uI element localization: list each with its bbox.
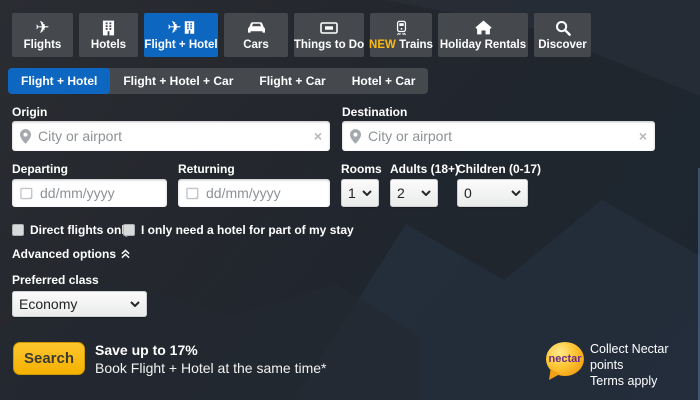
tab-label: Holiday Rentals: [440, 39, 526, 51]
departing-label: Departing: [12, 162, 68, 176]
tab-label: Flight + Hotel: [144, 39, 217, 51]
promo-text: Save up to 17% Book Flight + Hotel at th…: [95, 341, 327, 377]
house-icon: [475, 19, 492, 36]
double-chevron-up-icon: [121, 249, 130, 259]
promo-title: Save up to 17%: [95, 341, 327, 359]
subtab-hotel-car[interactable]: Hotel + Car: [339, 68, 429, 94]
train-icon: [396, 19, 407, 36]
tab-flights[interactable]: ✈ Flights: [12, 13, 73, 57]
chevron-down-icon: [130, 301, 140, 307]
plane-building-icon: ✈: [167, 19, 194, 36]
tab-flight-hotel[interactable]: ✈ Flight + Hotel: [144, 13, 218, 57]
chevron-down-icon: [511, 190, 521, 196]
tab-trains[interactable]: NEW Trains: [370, 13, 432, 57]
returning-input[interactable]: [206, 185, 322, 201]
preferred-class-value: Economy: [19, 296, 77, 312]
destination-input[interactable]: [368, 128, 635, 144]
tab-cars[interactable]: Cars: [224, 13, 288, 57]
nectar-logo-text: nectar: [548, 353, 581, 365]
promo-subtitle: Book Flight + Hotel at the same time*: [95, 359, 327, 377]
plane-icon: ✈: [35, 19, 49, 36]
departing-input[interactable]: [40, 185, 159, 201]
preferred-class-label: Preferred class: [12, 273, 99, 287]
adults-label: Adults (18+): [390, 162, 459, 176]
magnifier-icon: [555, 19, 571, 36]
calendar-icon: [20, 187, 33, 200]
rooms-label: Rooms: [341, 162, 382, 176]
tab-label: Things to Do: [294, 39, 364, 51]
building-icon: [102, 19, 115, 36]
checkbox-label: I only need a hotel for part of my stay: [141, 223, 354, 237]
tab-label: Cars: [243, 39, 269, 51]
destination-label: Destination: [342, 105, 407, 119]
clear-icon[interactable]: ×: [310, 128, 322, 144]
preferred-class-select[interactable]: Economy: [12, 291, 147, 317]
chevron-down-icon: [362, 190, 372, 196]
ticket-icon: [320, 19, 338, 36]
car-icon: [247, 19, 266, 36]
pin-icon: [350, 129, 361, 144]
returning-field: [178, 179, 330, 207]
subtab-flight-hotel-car[interactable]: Flight + Hotel + Car: [110, 68, 246, 94]
nectar-terms-link[interactable]: Terms apply: [590, 373, 700, 389]
children-label: Children (0-17): [457, 162, 541, 176]
advanced-options-toggle[interactable]: Advanced options: [12, 247, 130, 261]
checkbox-label: Direct flights only: [30, 223, 131, 237]
subtab-flight-hotel[interactable]: Flight + Hotel: [8, 68, 110, 94]
checkbox[interactable]: [12, 224, 24, 236]
tab-label: Flights: [24, 39, 62, 51]
tab-label: Hotels: [91, 39, 126, 51]
pin-icon: [20, 129, 31, 144]
children-select[interactable]: 0: [457, 179, 528, 207]
tab-things-to-do[interactable]: Things to Do: [294, 13, 364, 57]
chevron-down-icon: [421, 190, 431, 196]
nectar-points-text: Collect Nectar points: [590, 341, 700, 373]
direct-flights-checkbox-row[interactable]: Direct flights only: [12, 223, 131, 237]
product-tabs: ✈ Flights Hotels ✈ Flight + Hotel Cars: [12, 13, 591, 57]
nectar-info: Collect Nectar points Terms apply: [590, 341, 700, 389]
checkbox[interactable]: [123, 224, 135, 236]
tab-label: Discover: [538, 39, 587, 51]
subtab-flight-car[interactable]: Flight + Car: [246, 68, 338, 94]
clear-icon[interactable]: ×: [635, 128, 647, 144]
tab-holiday-rentals[interactable]: Holiday Rentals: [438, 13, 528, 57]
package-subtabs: Flight + Hotel Flight + Hotel + Car Flig…: [8, 68, 428, 94]
tab-discover[interactable]: Discover: [534, 13, 591, 57]
search-button[interactable]: Search: [13, 342, 85, 375]
children-value: 0: [464, 185, 472, 201]
advanced-options-label: Advanced options: [12, 247, 116, 261]
origin-field: ×: [12, 121, 330, 151]
departing-field: [12, 179, 167, 207]
origin-label: Origin: [12, 105, 47, 119]
nectar-logo: nectar: [546, 342, 584, 376]
adults-value: 2: [397, 185, 405, 201]
new-badge: NEW: [369, 39, 396, 51]
adults-select[interactable]: 2: [390, 179, 438, 207]
tab-hotels[interactable]: Hotels: [79, 13, 138, 57]
booking-widget: ✈ Flights Hotels ✈ Flight + Hotel Cars: [0, 0, 700, 400]
calendar-icon: [186, 187, 199, 200]
rooms-value: 1: [348, 185, 356, 201]
returning-label: Returning: [178, 162, 235, 176]
partial-hotel-checkbox-row[interactable]: I only need a hotel for part of my stay: [123, 223, 354, 237]
tab-label: NEW Trains: [369, 39, 433, 51]
origin-input[interactable]: [38, 128, 310, 144]
destination-field: ×: [342, 121, 655, 151]
rooms-select[interactable]: 1: [341, 179, 379, 207]
